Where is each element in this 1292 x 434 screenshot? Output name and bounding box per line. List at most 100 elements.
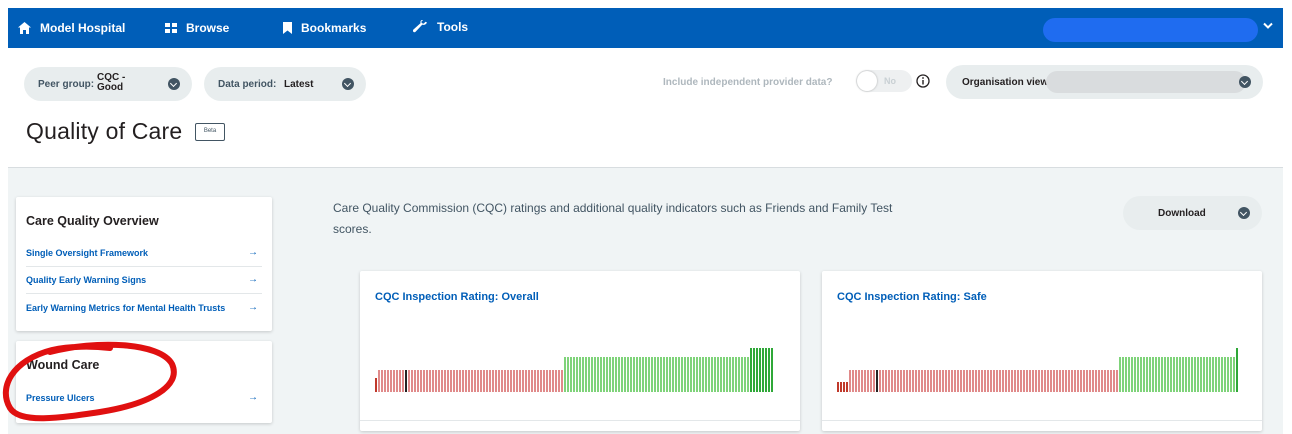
rating-bar	[600, 357, 602, 392]
rating-bar	[513, 370, 515, 392]
rating-bar	[594, 357, 596, 392]
top-navigation-bar: Model Hospital Browse Bookmarks Tools	[8, 8, 1283, 48]
data-period-value: Latest	[284, 79, 314, 90]
info-icon[interactable]	[916, 74, 930, 88]
rating-bar	[1008, 370, 1010, 392]
rating-bar	[420, 370, 422, 392]
rating-bar	[753, 348, 755, 392]
rating-bar	[960, 370, 962, 392]
rating-bar	[864, 370, 866, 392]
rating-bar	[411, 370, 413, 392]
divider	[26, 266, 262, 267]
chevron-down-icon	[168, 78, 180, 90]
divider	[360, 420, 800, 421]
rating-bar	[729, 357, 731, 392]
rating-bar	[1068, 370, 1070, 392]
chart-title-overall[interactable]: CQC Inspection Rating: Overall	[375, 291, 539, 303]
rating-bar	[384, 370, 386, 392]
rating-bar	[426, 370, 428, 392]
rating-bar	[1032, 370, 1034, 392]
rating-bar	[1071, 370, 1073, 392]
grid-icon	[165, 22, 177, 33]
rating-bar	[942, 370, 944, 392]
nav-bookmarks-label: Bookmarks	[301, 21, 367, 35]
rating-bar	[1233, 357, 1235, 392]
rating-bar	[1197, 357, 1199, 392]
peer-group-select[interactable]: Peer group: CQC - Good	[24, 67, 192, 101]
rating-bar	[1089, 370, 1091, 392]
rating-bar	[621, 357, 623, 392]
rating-bar	[534, 370, 536, 392]
rating-bar	[903, 370, 905, 392]
page-header: Peer group: CQC - Good Data period: Late…	[8, 48, 1283, 168]
rating-bar	[429, 370, 431, 392]
chart-title-safe[interactable]: CQC Inspection Rating: Safe	[837, 291, 987, 303]
redacted-organisation	[1046, 71, 1246, 93]
rating-bar	[408, 370, 410, 392]
rating-bar	[1074, 370, 1076, 392]
rating-bar	[387, 370, 389, 392]
rating-bar	[1056, 370, 1058, 392]
rating-bar	[723, 357, 725, 392]
rating-bar	[963, 370, 965, 392]
link-pressure-ulcers[interactable]: Pressure Ulcers →	[26, 392, 258, 403]
rating-bar	[480, 370, 482, 392]
link-early-warning-mental-health[interactable]: Early Warning Metrics for Mental Health …	[26, 302, 258, 313]
care-quality-overview-title: Care Quality Overview	[26, 214, 159, 228]
rating-bar	[1128, 357, 1130, 392]
rating-bar	[750, 348, 752, 392]
rating-bar	[645, 357, 647, 392]
link-quality-early-warning-signs[interactable]: Quality Early Warning Signs →	[26, 274, 258, 285]
peer-group-label: Peer group:	[38, 79, 95, 90]
chevron-down-icon[interactable]	[1263, 22, 1273, 30]
rating-bar	[1212, 357, 1214, 392]
rating-bar	[897, 370, 899, 392]
toggle-knob	[857, 71, 877, 91]
chevron-down-icon	[1238, 207, 1250, 219]
divider	[26, 293, 262, 294]
independent-provider-label: Include independent provider data?	[663, 77, 833, 88]
rating-bar	[1191, 357, 1193, 392]
nav-home-link[interactable]: Model Hospital	[18, 21, 125, 35]
rating-bar	[1188, 357, 1190, 392]
redacted-user-area	[1043, 18, 1258, 42]
rating-bar	[1065, 370, 1067, 392]
rating-bar	[1140, 357, 1142, 392]
rating-bar	[1215, 357, 1217, 392]
rating-bar	[1035, 370, 1037, 392]
rating-bar	[1026, 370, 1028, 392]
rating-bar	[1020, 370, 1022, 392]
rating-bar	[696, 357, 698, 392]
rating-bar	[957, 370, 959, 392]
download-button[interactable]: Download	[1123, 196, 1262, 230]
rating-bar	[1107, 370, 1109, 392]
rating-bar	[648, 357, 650, 392]
rating-bar	[558, 370, 560, 392]
rating-bar	[1083, 370, 1085, 392]
rating-bar	[915, 370, 917, 392]
rating-bar	[468, 370, 470, 392]
rating-bar	[990, 370, 992, 392]
rating-bar	[1143, 357, 1145, 392]
rating-bar	[573, 357, 575, 392]
rating-bar	[1002, 370, 1004, 392]
rating-bar	[666, 357, 668, 392]
rating-bar	[873, 370, 875, 392]
rating-bar	[939, 370, 941, 392]
rating-bar	[846, 382, 848, 392]
independent-provider-toggle[interactable]: No	[856, 70, 912, 92]
data-period-select[interactable]: Data period: Latest	[204, 67, 366, 101]
nav-tools-link[interactable]: Tools	[413, 20, 468, 34]
arrow-right-icon: →	[248, 274, 258, 285]
rating-bar	[396, 370, 398, 392]
rating-bar	[633, 357, 635, 392]
rating-bar	[840, 382, 842, 392]
wound-care-card: Wound Care Pressure Ulcers →	[16, 341, 272, 423]
organisation-view-select[interactable]: Organisation view	[946, 65, 1263, 99]
link-single-oversight-framework[interactable]: Single Oversight Framework →	[26, 247, 258, 258]
nav-bookmarks-link[interactable]: Bookmarks	[283, 21, 366, 35]
nav-browse-link[interactable]: Browse	[165, 21, 229, 35]
rating-bar	[1164, 357, 1166, 392]
rating-bar	[1224, 357, 1226, 392]
bookmark-icon	[283, 22, 292, 34]
